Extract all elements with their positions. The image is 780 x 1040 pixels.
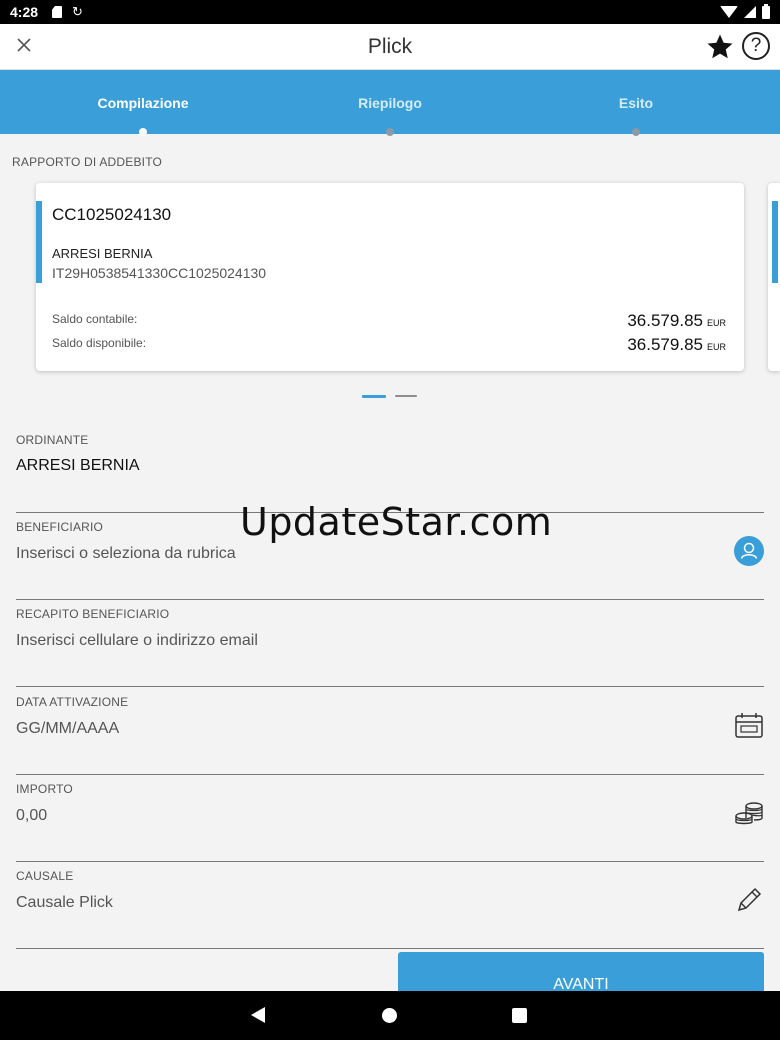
importo-field: IMPORTO (16, 782, 764, 862)
back-icon[interactable] (251, 1007, 265, 1023)
watermark: UpdateStar.com (240, 500, 553, 544)
balance-label: Saldo contabile: (52, 312, 138, 326)
contact-icon[interactable] (734, 536, 764, 566)
available-value: 36.579.85 (627, 335, 703, 354)
card-accent (772, 201, 778, 283)
causale-field: CAUSALE (16, 869, 764, 949)
star-icon[interactable] (705, 32, 735, 62)
card-accent (36, 201, 42, 283)
debit-section-label: RAPPORTO DI ADDEBITO (12, 155, 163, 169)
status-time: 4:28 (10, 4, 39, 20)
data-attivazione-input[interactable] (16, 717, 716, 741)
system-nav-bar (0, 991, 780, 1040)
causale-label: CAUSALE (16, 869, 74, 883)
available-amount: 36.579.85 EUR (627, 335, 726, 355)
signal-icon (744, 6, 756, 18)
causale-input[interactable] (16, 891, 716, 915)
account-card[interactable]: CC1025024130 ARRESI BERNIA IT29H05385413… (36, 183, 744, 371)
status-bar: 4:28 ↻ (0, 0, 780, 24)
battery-icon (762, 3, 770, 19)
app-bar: Plick ? (0, 24, 780, 70)
calendar-icon[interactable] (734, 711, 764, 741)
account-iban: IT29H0538541330CC1025024130 (52, 265, 267, 281)
data-attivazione-label: DATA ATTIVAZIONE (16, 695, 129, 709)
account-number: CC1025024130 (52, 205, 172, 224)
help-icon[interactable]: ? (742, 32, 770, 60)
importo-label: IMPORTO (16, 782, 73, 796)
balance-value: 36.579.85 (627, 311, 703, 330)
step-compilazione: Compilazione (97, 95, 189, 111)
sd-card-icon (52, 6, 63, 18)
data-attivazione-field: DATA ATTIVAZIONE (16, 695, 764, 775)
step-riepilogo: Riepilogo (358, 95, 422, 111)
balance-amount: 36.579.85 EUR (627, 311, 726, 331)
recapito-label: RECAPITO BENEFICIARIO (16, 607, 170, 621)
ordinante-value: ARRESI BERNIA (16, 457, 140, 474)
available-label: Saldo disponibile: (52, 336, 147, 350)
beneficiario-label: BENEFICIARIO (16, 520, 104, 534)
step-dot-riepilogo (386, 128, 394, 136)
recents-icon[interactable] (512, 1008, 527, 1023)
home-icon[interactable] (382, 1008, 397, 1023)
available-currency: EUR (706, 342, 726, 352)
progress-steps: Compilazione Riepilogo Esito (0, 70, 780, 136)
close-icon[interactable] (13, 34, 35, 58)
step-dot-esito (632, 128, 640, 136)
step-esito: Esito (618, 95, 654, 111)
balance-currency: EUR (706, 318, 726, 328)
pencil-icon (734, 885, 764, 915)
pager-indicator (395, 395, 417, 397)
sync-icon: ↻ (72, 4, 83, 19)
step-dot-compilazione (139, 128, 147, 136)
coins-icon (734, 798, 764, 828)
recapito-input[interactable] (16, 629, 716, 653)
importo-input[interactable] (16, 804, 716, 828)
ordinante-label: ORDINANTE (16, 433, 89, 447)
recapito-field: RECAPITO BENEFICIARIO (16, 607, 764, 687)
account-holder: ARRESI BERNIA (52, 246, 153, 261)
page-title: Plick (367, 34, 413, 58)
next-account-card[interactable] (768, 183, 780, 371)
beneficiario-input[interactable] (16, 542, 716, 566)
wifi-icon (720, 6, 738, 18)
pager-indicator-active (362, 395, 386, 398)
